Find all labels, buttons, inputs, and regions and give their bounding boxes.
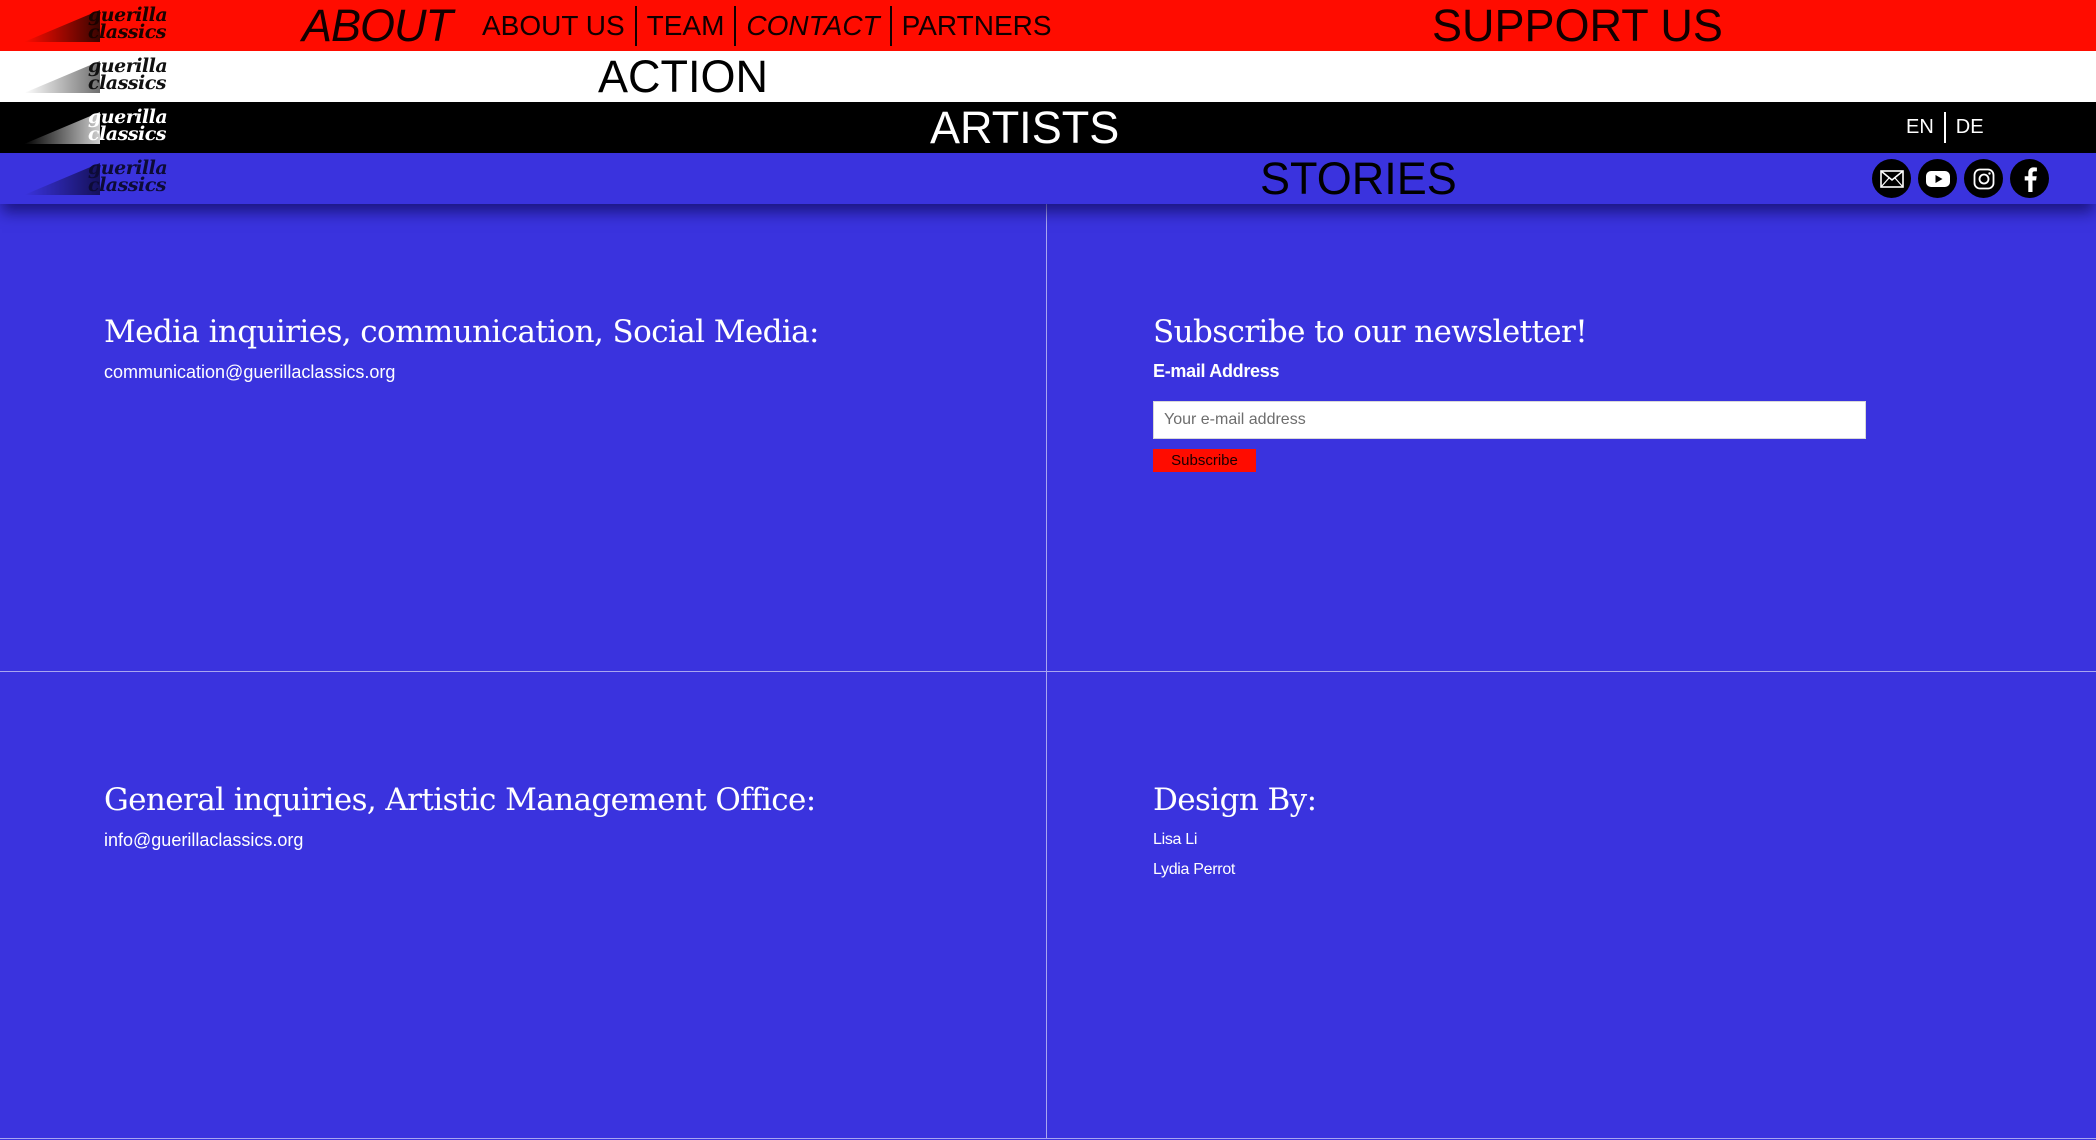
- logo-line-2: classics: [88, 21, 166, 43]
- support-us-link[interactable]: SUPPORT US: [1432, 0, 1723, 51]
- newsletter-email-input[interactable]: [1153, 401, 1866, 439]
- nav-partners[interactable]: PARTNERS: [892, 6, 1062, 46]
- logo-text: guerilla classics: [88, 6, 168, 43]
- nav-about-us[interactable]: ABOUT US: [478, 6, 635, 46]
- stories-bar: guerilla classics STORIES: [0, 153, 2096, 204]
- media-inquiries-section: Media inquiries, communication, Social M…: [0, 204, 1047, 672]
- about-bar: guerilla classics ABOUT ABOUT US TEAM CO…: [0, 0, 2096, 51]
- design-credits: Lisa Li Lydia Perrot: [1153, 830, 1235, 890]
- language-switcher: EN DE: [1896, 112, 1994, 143]
- credit-name: Lydia Perrot: [1153, 861, 1236, 878]
- artists-bar: guerilla classics ARTISTS EN DE: [0, 102, 2096, 153]
- about-title[interactable]: ABOUT: [302, 0, 453, 51]
- logo-text: guerilla classics: [88, 159, 168, 196]
- general-email-link[interactable]: info@guerillaclassics.org: [104, 830, 303, 851]
- general-inquiries-section: General inquiries, Artistic Management O…: [0, 672, 1047, 1139]
- lang-en[interactable]: EN: [1896, 116, 1944, 139]
- social-links: [1872, 159, 2049, 198]
- lang-de[interactable]: DE: [1946, 116, 1994, 139]
- artists-title[interactable]: ARTISTS: [930, 102, 1119, 153]
- media-email-link[interactable]: communication@guerillaclassics.org: [104, 362, 395, 383]
- logo-line-2: classics: [88, 72, 166, 94]
- design-credits-section: Design By: Lisa Li Lydia Perrot: [1047, 672, 2096, 1139]
- nav-team[interactable]: TEAM: [637, 6, 735, 46]
- email-address-label: E-mail Address: [1153, 361, 1280, 381]
- youtube-icon[interactable]: [1918, 159, 1957, 198]
- action-bar: guerilla classics ACTION: [0, 51, 2096, 102]
- newsletter-section: Subscribe to our newsletter! E-mail Addr…: [1047, 204, 2096, 672]
- stories-title[interactable]: STORIES: [1260, 153, 1457, 204]
- media-inquiries-heading: Media inquiries, communication, Social M…: [104, 314, 820, 350]
- logo-text: guerilla classics: [88, 57, 168, 94]
- credit-name: Lisa Li: [1153, 831, 1198, 848]
- logo-text: guerilla classics: [88, 108, 168, 145]
- mail-icon[interactable]: [1872, 159, 1911, 198]
- logo-line-2: classics: [88, 123, 166, 145]
- logo[interactable]: guerilla classics: [14, 108, 168, 147]
- facebook-icon[interactable]: [2010, 159, 2049, 198]
- about-nav: ABOUT US TEAM CONTACT PARTNERS: [478, 6, 1062, 46]
- nav-contact[interactable]: CONTACT: [736, 6, 889, 46]
- general-inquiries-heading: General inquiries, Artistic Management O…: [104, 782, 816, 818]
- logo[interactable]: guerilla classics: [14, 57, 168, 96]
- subscribe-button[interactable]: Subscribe: [1153, 449, 1256, 472]
- logo[interactable]: guerilla classics: [14, 159, 168, 198]
- newsletter-heading: Subscribe to our newsletter!: [1153, 314, 1588, 350]
- logo-line-2: classics: [88, 174, 166, 196]
- logo[interactable]: guerilla classics: [14, 6, 168, 45]
- design-by-heading: Design By:: [1153, 782, 1317, 818]
- instagram-icon[interactable]: [1964, 159, 2003, 198]
- action-title[interactable]: ACTION: [598, 51, 768, 102]
